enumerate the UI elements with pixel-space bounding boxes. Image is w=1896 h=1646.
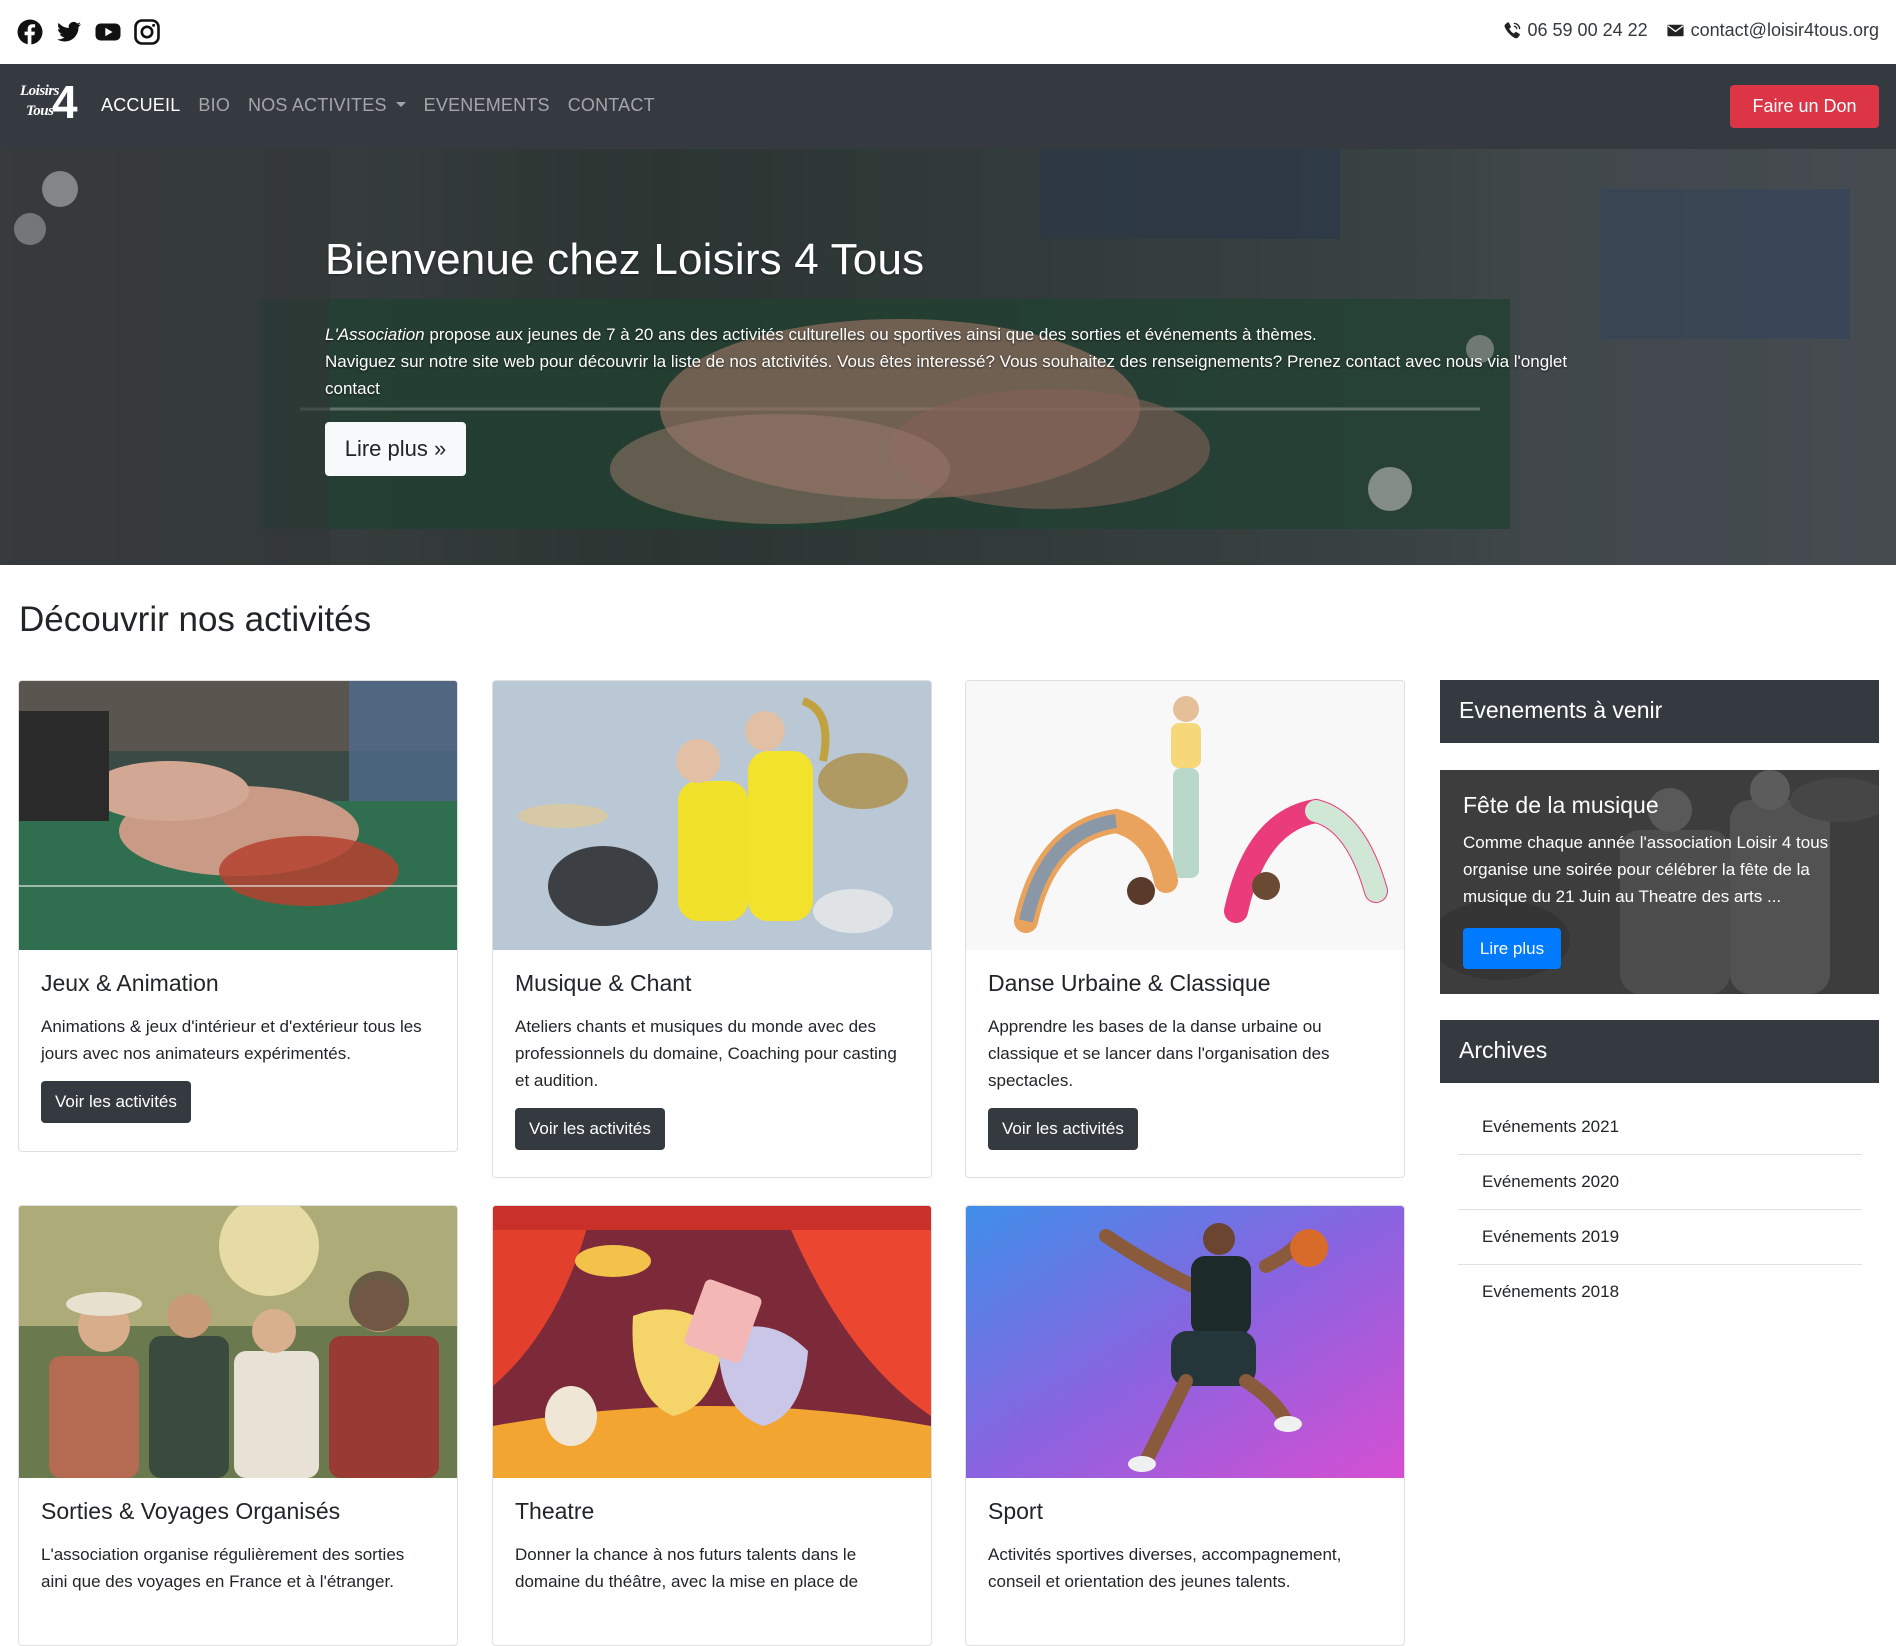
activity-card-theatre: Theatre Donner la chance à nos futurs ta… <box>492 1205 932 1646</box>
hero-lead-paragraph-1: L'Association propose aux jeunes de 7 à … <box>325 321 1585 348</box>
contact-info: 06 59 00 24 22 contact@loisir4tous.org <box>1503 20 1879 41</box>
theatre-masks-illustration <box>493 1206 931 1478</box>
site-logo[interactable]: Loisirs Tous 4 <box>20 76 78 129</box>
archive-link-2018[interactable]: Evénements 2018 <box>1458 1265 1862 1320</box>
activity-card-musique: Musique & Chant Ateliers chants et musiq… <box>492 680 932 1178</box>
youtube-icon[interactable] <box>95 19 121 45</box>
card-title: Jeux & Animation <box>41 970 219 996</box>
social-links <box>17 19 160 45</box>
event-text: Comme chaque année l'association Loisir … <box>1463 833 1829 906</box>
card-text: Activités sportives diverses, accompagne… <box>988 1545 1342 1591</box>
card-title: Danse Urbaine & Classique <box>988 970 1271 996</box>
foosball-hands-photo <box>19 681 457 950</box>
card-text: Donner la chance à nos futurs talents da… <box>515 1545 859 1591</box>
card-body: Jeux & Animation Animations & jeux d'int… <box>19 950 457 1143</box>
hero-jumbotron: Bienvenue chez Loisirs 4 Tous L'Associat… <box>0 149 1896 565</box>
section-title: Découvrir nos activités <box>19 600 372 639</box>
event-card: Fête de la musique Comme chaque année l'… <box>1440 770 1879 994</box>
upcoming-events-header: Evenements à venir <box>1440 680 1879 743</box>
email-contact[interactable]: contact@loisir4tous.org <box>1666 20 1879 41</box>
card-body: Theatre Donner la chance à nos futurs ta… <box>493 1478 931 1629</box>
archive-link-2020[interactable]: Evénements 2020 <box>1458 1155 1862 1210</box>
card-title: Theatre <box>515 1498 595 1524</box>
hero-lead: L'Association propose aux jeunes de 7 à … <box>325 321 1585 402</box>
archives-header: Archives <box>1440 1020 1879 1083</box>
envelope-icon <box>1667 24 1684 37</box>
logo-number: 4 <box>52 76 78 128</box>
instagram-icon[interactable] <box>134 19 160 45</box>
card-title: Sport <box>988 1498 1043 1524</box>
archives-list: Evénements 2021 Evénements 2020 Evénemen… <box>1458 1100 1862 1320</box>
nav-item-contact[interactable]: CONTACT <box>568 95 655 116</box>
hero-read-more-button[interactable]: Lire plus » <box>325 422 466 476</box>
card-body: Sorties & Voyages Organisés L'associatio… <box>19 1478 457 1629</box>
nav-item-accueil[interactable]: ACCUEIL <box>101 95 180 116</box>
kids-dancing-photo <box>966 681 1404 950</box>
activity-card-jeux: Jeux & Animation Animations & jeux d'int… <box>18 680 458 1152</box>
nav-item-nos-activites[interactable]: NOS ACTIVITES <box>248 95 406 116</box>
card-text: L'association organise régulièrement des… <box>41 1545 405 1591</box>
card-body: Danse Urbaine & Classique Apprendre les … <box>966 950 1404 1170</box>
basketball-player-photo <box>966 1206 1404 1478</box>
archive-link-2021[interactable]: Evénements 2021 <box>1458 1100 1862 1155</box>
nav-item-bio[interactable]: BIO <box>198 95 230 116</box>
event-title: Fête de la musique <box>1463 792 1659 818</box>
card-title: Musique & Chant <box>515 970 692 996</box>
card-text: Animations & jeux d'intérieur et d'extér… <box>41 1017 422 1063</box>
hero-lead-line1: propose aux jeunes de 7 à 20 ans des act… <box>424 325 1317 344</box>
hero-title: Bienvenue chez Loisirs 4 Tous <box>325 235 925 284</box>
archive-link-2019[interactable]: Evénements 2019 <box>1458 1210 1862 1265</box>
top-bar: 06 59 00 24 22 contact@loisir4tous.org <box>0 0 1896 64</box>
card-body: Musique & Chant Ateliers chants et musiq… <box>493 950 931 1170</box>
card-body: Sport Activités sportives diverses, acco… <box>966 1478 1404 1629</box>
nav-item-evenements[interactable]: EVENEMENTS <box>424 95 550 116</box>
activity-card-danse: Danse Urbaine & Classique Apprendre les … <box>965 680 1405 1178</box>
activity-card-sport: Sport Activités sportives diverses, acco… <box>965 1205 1405 1646</box>
facebook-icon[interactable] <box>17 19 43 45</box>
card-text: Ateliers chants et musiques du monde ave… <box>515 1017 897 1090</box>
navbar: Loisirs Tous 4 ACCUEIL BIO NOS ACTIVITES… <box>0 64 1896 149</box>
view-activities-button[interactable]: Voir les activités <box>988 1108 1138 1150</box>
card-title: Sorties & Voyages Organisés <box>41 1498 341 1524</box>
donate-button[interactable]: Faire un Don <box>1730 85 1879 128</box>
logo-line2: Tous <box>26 103 54 119</box>
view-activities-button[interactable]: Voir les activités <box>41 1081 191 1123</box>
main-nav: ACCUEIL BIO NOS ACTIVITES EVENEMENTS CON… <box>101 95 655 116</box>
friends-outdoor-photo <box>19 1206 457 1478</box>
activity-card-sorties: Sorties & Voyages Organisés L'associatio… <box>18 1205 458 1646</box>
email-address: contact@loisir4tous.org <box>1690 20 1879 40</box>
phone-icon <box>1504 22 1520 39</box>
hero-lead-line2: Naviguez sur notre site web pour découvr… <box>325 352 1568 398</box>
nav-item-nos-activites-label: NOS ACTIVITES <box>248 95 387 115</box>
phone-contact[interactable]: 06 59 00 24 22 <box>1503 20 1648 41</box>
girls-drums-saxophone-photo <box>493 681 931 950</box>
event-read-more-button[interactable]: Lire plus <box>1463 928 1561 969</box>
view-activities-button[interactable]: Voir les activités <box>515 1108 665 1150</box>
dropdown-caret-icon <box>395 102 406 107</box>
card-text: Apprendre les bases de la danse urbaine … <box>988 1017 1330 1090</box>
twitter-icon[interactable] <box>56 19 82 45</box>
phone-number: 06 59 00 24 22 <box>1527 20 1648 40</box>
hero-lead-emphasis: L'Association <box>325 325 425 344</box>
